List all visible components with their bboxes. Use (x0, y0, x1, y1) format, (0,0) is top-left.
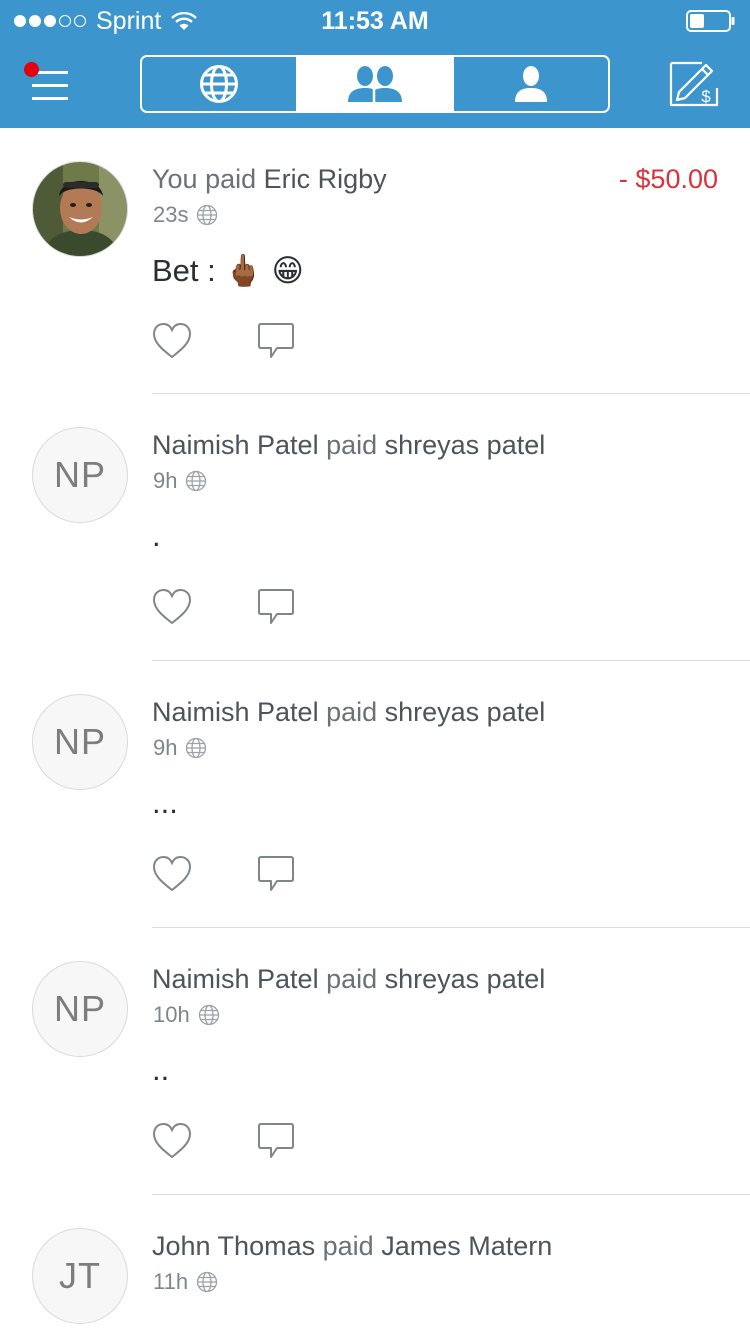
story-actor[interactable]: Naimish Patel (152, 430, 319, 460)
globe-icon (186, 470, 207, 492)
feed-story[interactable]: NP Naimish Patel paid shreyas patel 10h … (0, 928, 750, 1195)
heart-icon[interactable] (152, 588, 192, 626)
notification-dot (24, 62, 39, 77)
top-nav-bar: Sprint 11:53 AM $ (0, 0, 750, 128)
story-actor[interactable]: John Thomas (152, 1231, 315, 1261)
story-target[interactable]: shreyas patel (385, 697, 546, 727)
tab-friends[interactable] (296, 57, 452, 111)
story-verb: paid (326, 697, 378, 727)
story-target[interactable]: shreyas patel (385, 964, 546, 994)
story-verb: paid (326, 430, 378, 460)
story-meta: 23s (153, 202, 218, 228)
status-time: 11:53 AM (321, 7, 429, 35)
comment-icon[interactable] (257, 1122, 295, 1160)
story-meta: 9h (153, 468, 207, 494)
globe-icon (200, 65, 238, 103)
globe-icon (196, 1271, 218, 1293)
story-verb: paid (326, 964, 378, 994)
user-photo (33, 162, 127, 256)
heart-icon[interactable] (152, 855, 192, 893)
story-time: 11h (153, 1269, 189, 1294)
story-target[interactable]: shreyas patel (385, 430, 546, 460)
svg-text:$: $ (701, 87, 711, 106)
comment-icon[interactable] (257, 855, 295, 893)
story-actor[interactable]: Naimish Patel (152, 697, 319, 727)
globe-icon (197, 204, 218, 226)
story-target[interactable]: Eric Rigby (264, 164, 387, 194)
story-meta: 11h (153, 1269, 218, 1295)
story-headline: Naimish Patel paid shreyas patel (152, 964, 545, 995)
avatar[interactable]: NP (32, 961, 128, 1057)
heart-icon[interactable] (152, 322, 192, 360)
pay-or-request-icon[interactable]: $ (666, 58, 722, 108)
transaction-feed: You paid Eric Rigby - $50.00 23s Bet : 🖕… (0, 128, 750, 1333)
story-amount: - $50.00 (618, 164, 718, 194)
tab-personal[interactable] (452, 57, 608, 111)
story-headline: Naimish Patel paid shreyas patel (152, 430, 545, 461)
status-bar: Sprint 11:53 AM (0, 0, 750, 40)
story-note: Bet : 🖕🏾 😁 (152, 253, 304, 288)
story-actor[interactable]: Naimish Patel (152, 964, 319, 994)
comment-icon[interactable] (257, 588, 295, 626)
story-verb: paid (322, 1231, 374, 1261)
feed-story[interactable]: NP Naimish Patel paid shreyas patel 9h .… (0, 661, 750, 928)
story-headline: You paid Eric Rigby (152, 164, 387, 195)
feed-story[interactable]: JT John Thomas paid James Matern 11h (0, 1195, 750, 1333)
story-meta: 9h (153, 735, 207, 761)
tab-public[interactable] (142, 57, 296, 111)
story-meta: 10h (153, 1002, 220, 1028)
story-actor-prefix: You paid (152, 164, 257, 194)
story-target[interactable]: James Matern (381, 1231, 552, 1261)
avatar[interactable]: JT (32, 1228, 128, 1324)
hamburger-menu-button[interactable] (24, 62, 72, 102)
comment-icon[interactable] (257, 322, 295, 360)
feed-story[interactable]: NP Naimish Patel paid shreyas patel 9h . (0, 394, 750, 661)
avatar[interactable] (32, 161, 128, 257)
person-icon (515, 66, 547, 102)
feed-segmented-control (140, 55, 610, 113)
story-time: 23s (153, 202, 189, 227)
heart-icon[interactable] (152, 1122, 192, 1160)
story-time: 9h (153, 735, 178, 760)
avatar[interactable]: NP (32, 694, 128, 790)
friends-icon (348, 66, 402, 102)
story-headline: John Thomas paid James Matern (152, 1231, 552, 1262)
avatar[interactable]: NP (32, 427, 128, 523)
story-note: . (152, 518, 161, 553)
battery-icon (686, 10, 735, 32)
globe-icon (186, 737, 207, 759)
feed-story[interactable]: You paid Eric Rigby - $50.00 23s Bet : 🖕… (0, 128, 750, 394)
story-time: 9h (153, 468, 178, 493)
story-note: ... (152, 785, 178, 820)
globe-icon (198, 1004, 219, 1026)
story-time: 10h (153, 1002, 190, 1027)
story-note: .. (152, 1052, 170, 1087)
story-headline: Naimish Patel paid shreyas patel (152, 697, 545, 728)
